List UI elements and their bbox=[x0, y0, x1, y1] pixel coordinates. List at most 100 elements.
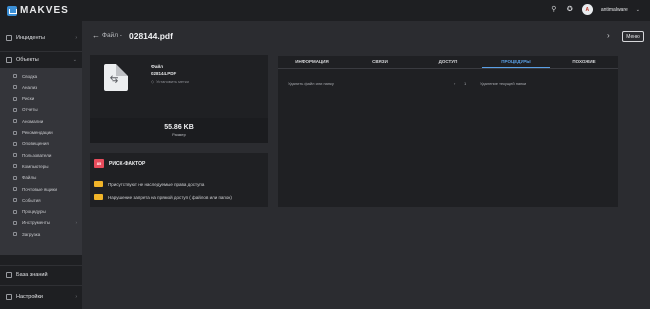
tools-icon bbox=[13, 220, 17, 225]
sidebar-item-label: Сводка bbox=[22, 73, 38, 79]
sidebar-item-upload[interactable]: Загрузка bbox=[0, 229, 82, 239]
username[interactable]: antimalware bbox=[601, 7, 628, 13]
file-size-label: Размер bbox=[172, 132, 186, 137]
book-icon bbox=[6, 272, 12, 278]
anomaly-icon bbox=[13, 119, 17, 124]
sidebar-item-summary[interactable]: Сводка bbox=[0, 71, 82, 81]
file-icon bbox=[13, 175, 17, 180]
sidebar-item-settings[interactable]: Настройки › bbox=[0, 290, 82, 304]
sidebar-item-label: Отчеты bbox=[22, 107, 38, 113]
sidebar-item-label: События bbox=[22, 197, 41, 203]
sidebar-item-analysis[interactable]: Анализ bbox=[0, 82, 82, 92]
tab-links[interactable]: СВЯЗИ bbox=[346, 56, 414, 68]
sidebar-item-label: Рекомендации bbox=[22, 130, 53, 135]
sidebar-item-files[interactable]: Файлы bbox=[0, 173, 82, 183]
sidebar-item-label: Аномалии bbox=[22, 118, 44, 124]
sidebar-item-label: Инциденты bbox=[16, 35, 45, 41]
sidebar-item-computers[interactable]: Компьютеры bbox=[0, 161, 82, 171]
sidebar-item-risks[interactable]: Риски bbox=[0, 94, 82, 104]
analysis-icon bbox=[13, 85, 17, 90]
procedure-count: 1 bbox=[464, 81, 467, 86]
sidebar-item-recommendations[interactable]: Рекомендации bbox=[0, 128, 82, 138]
logo[interactable]: MAKVES bbox=[7, 5, 69, 16]
tab-access[interactable]: ДОСТУП bbox=[414, 56, 482, 68]
file-type-label: Файл bbox=[151, 64, 163, 69]
risk-item: Нарушение запрета на прямой доступ ( фай… bbox=[94, 193, 232, 201]
sidebar-item-reports[interactable]: Отчеты bbox=[0, 105, 82, 115]
chevron-right-icon: › bbox=[75, 294, 77, 300]
objects-submenu: Сводка Анализ Риски Отчеты Аномалии Реко… bbox=[0, 68, 82, 255]
sidebar-item-anomalies[interactable]: Аномалии bbox=[0, 116, 82, 126]
sidebar-item-label: Настройки bbox=[16, 294, 43, 300]
procedure-name: Удалить файл или папку bbox=[288, 81, 334, 86]
set-labels-link[interactable]: ◇ Установить метки bbox=[151, 79, 189, 84]
tab-similar[interactable]: ПОХОЖИЕ bbox=[550, 56, 618, 68]
settings-icon bbox=[6, 294, 12, 300]
sidebar-item-label: Процедуры bbox=[22, 209, 46, 215]
top-bar: MAKVES ⚲ ✪ A antimalware ⌄ bbox=[0, 0, 650, 21]
logo-text: MAKVES bbox=[20, 5, 69, 16]
chevron-right-icon[interactable]: › bbox=[607, 31, 610, 40]
sidebar-item-notifications[interactable]: Оповещения bbox=[0, 139, 82, 149]
sidebar-item-procedures[interactable]: Процедуры bbox=[0, 207, 82, 217]
page-title: 028144.pdf bbox=[129, 31, 173, 41]
sidebar-item-events[interactable]: События bbox=[0, 195, 82, 205]
users-icon bbox=[13, 153, 17, 158]
sidebar-item-label: Инструменты bbox=[22, 220, 51, 226]
chevron-right-icon: › bbox=[75, 35, 77, 41]
warning-badge bbox=[94, 181, 103, 187]
file-size-value: 55.86 KB bbox=[164, 124, 194, 131]
risk-score-badge: 85 bbox=[94, 159, 104, 168]
risk-item-text: Нарушение запрета на прямой доступ ( фай… bbox=[108, 194, 232, 200]
tab-divider bbox=[278, 68, 618, 69]
divider bbox=[0, 285, 82, 286]
menu-button[interactable]: Меню bbox=[622, 31, 644, 42]
chevron-right-icon: › bbox=[75, 220, 78, 226]
sidebar-item-incidents[interactable]: Инциденты › bbox=[0, 31, 82, 45]
badge-icon[interactable]: ✪ bbox=[566, 6, 574, 14]
bell-icon bbox=[13, 141, 17, 146]
incidents-icon bbox=[6, 35, 12, 41]
sidebar-item-label: Загрузка bbox=[22, 231, 41, 237]
sidebar-item-users[interactable]: Пользователи bbox=[0, 150, 82, 160]
sidebar-item-label: Оповещения bbox=[22, 141, 49, 147]
chevron-down-icon[interactable]: ⌄ bbox=[636, 7, 640, 13]
tab-bar: ИНФОРМАЦИЯ СВЯЗИ ДОСТУП ПРОЦЕДУРЫ ПОХОЖИ… bbox=[278, 56, 618, 68]
sidebar-item-label: Пользователи bbox=[22, 152, 52, 158]
sidebar: Инциденты › Объекты ⌄ Сводка Анализ Риск… bbox=[0, 21, 82, 309]
pdf-file-icon: ⥃ bbox=[104, 64, 128, 91]
sidebar-item-label: Компьютеры bbox=[22, 163, 49, 169]
chevron-right-icon: › bbox=[454, 81, 456, 86]
divider bbox=[0, 265, 82, 266]
sidebar-item-label: Файлы bbox=[22, 175, 37, 181]
procedure-icon bbox=[13, 209, 17, 214]
risk-icon bbox=[13, 96, 17, 101]
sidebar-item-label: Риски bbox=[22, 96, 35, 102]
upload-icon bbox=[13, 232, 17, 237]
logo-icon bbox=[7, 5, 17, 16]
summary-icon bbox=[13, 74, 17, 78]
avatar[interactable]: A bbox=[581, 4, 593, 15]
sidebar-item-tools[interactable]: Инструменты › bbox=[0, 218, 82, 228]
set-labels-text: Установить метки bbox=[156, 79, 189, 84]
warning-badge bbox=[94, 194, 103, 200]
report-icon bbox=[13, 107, 17, 112]
sidebar-item-mailboxes[interactable]: Почтовые ящики bbox=[0, 184, 82, 194]
back-arrow-icon[interactable]: ← bbox=[92, 31, 100, 40]
risk-item-text: Присутствуют не наследуемые права доступ… bbox=[108, 181, 205, 187]
breadcrumb[interactable]: Файл - bbox=[102, 32, 122, 39]
sidebar-item-knowledge-base[interactable]: База знаний bbox=[0, 268, 82, 282]
procedure-row[interactable]: Удалить файл или папку › 1 Удаление теку… bbox=[288, 81, 608, 87]
recommend-icon bbox=[13, 130, 17, 135]
objects-icon bbox=[6, 57, 12, 63]
procedure-description: Удаление текущей папки bbox=[480, 81, 527, 86]
sidebar-item-label: Объекты bbox=[16, 57, 39, 63]
sidebar-item-objects[interactable]: Объекты ⌄ bbox=[0, 53, 82, 67]
divider bbox=[0, 51, 82, 52]
sidebar-item-label: Анализ bbox=[22, 84, 38, 90]
tab-procedures[interactable]: ПРОЦЕДУРЫ bbox=[482, 56, 550, 68]
search-icon[interactable]: ⚲ bbox=[550, 6, 558, 14]
tab-information[interactable]: ИНФОРМАЦИЯ bbox=[278, 56, 346, 68]
sidebar-item-label: База знаний bbox=[16, 272, 48, 278]
tag-icon: ◇ bbox=[151, 79, 155, 84]
